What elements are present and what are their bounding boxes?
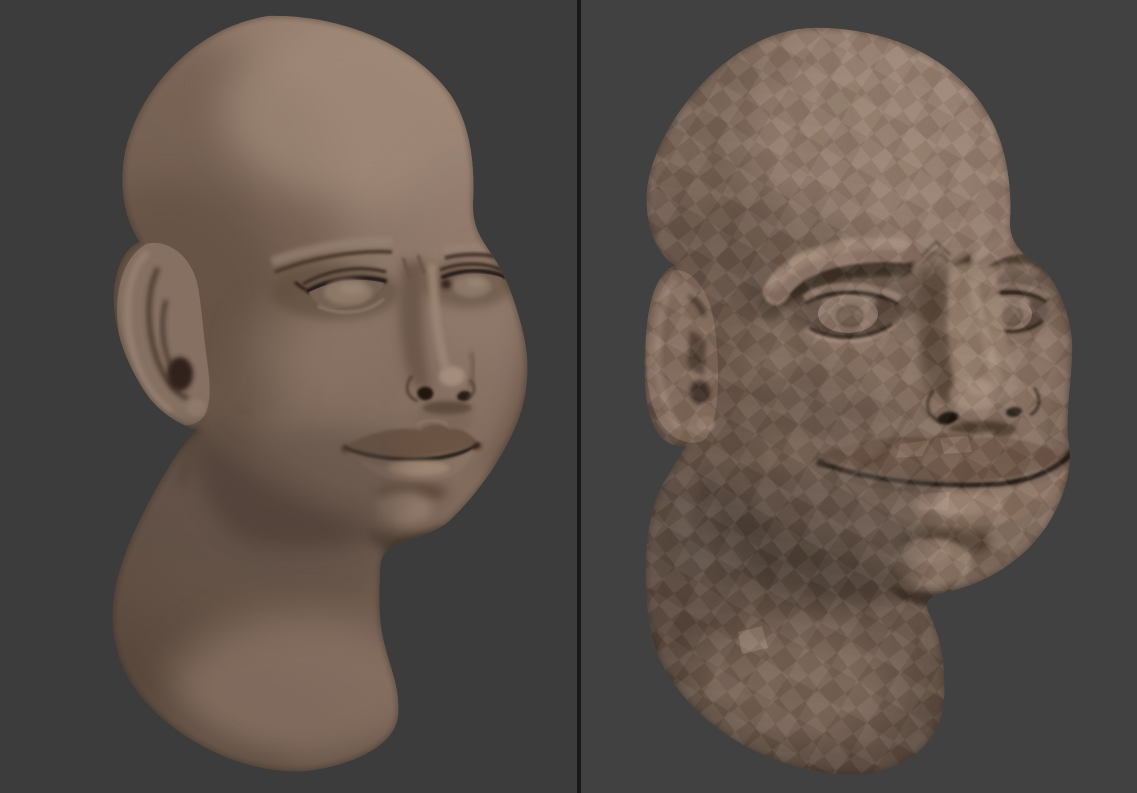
viewport-left[interactable] bbox=[0, 0, 577, 793]
head-model-faceted[interactable] bbox=[581, 0, 1137, 793]
viewport-right[interactable] bbox=[581, 0, 1137, 793]
head-model-smooth[interactable] bbox=[0, 0, 577, 793]
sculpt-comparison-canvas bbox=[0, 0, 1137, 793]
